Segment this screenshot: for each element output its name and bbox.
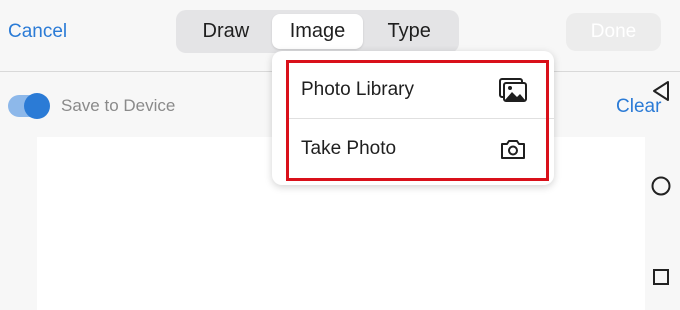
toggle-knob: [24, 93, 50, 119]
back-triangle-icon[interactable]: [651, 80, 671, 102]
tab-image[interactable]: Image: [271, 14, 364, 49]
tab-draw[interactable]: Draw: [180, 14, 272, 49]
highlight-box: [286, 60, 549, 181]
mode-segmented-control: Draw Image Type: [176, 10, 459, 53]
done-button[interactable]: Done: [566, 13, 661, 51]
tab-type[interactable]: Type: [363, 14, 455, 49]
recent-apps-square-icon[interactable]: [651, 267, 671, 287]
save-to-device-label: Save to Device: [61, 96, 176, 115]
save-to-device-row: Save to Device: [8, 93, 176, 119]
cancel-button[interactable]: Cancel: [8, 21, 67, 43]
save-to-device-toggle[interactable]: [8, 93, 50, 119]
home-circle-icon[interactable]: [650, 175, 672, 197]
